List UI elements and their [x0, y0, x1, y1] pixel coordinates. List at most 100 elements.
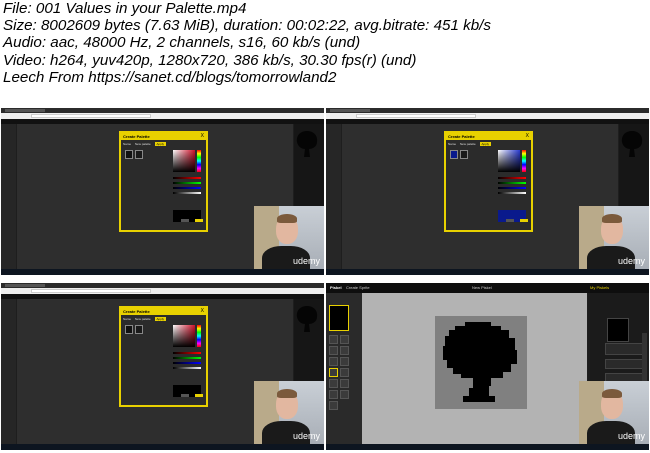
settings-sidebar[interactable] [642, 333, 647, 383]
dialog-title: Create Palette [121, 133, 206, 140]
sprite-frame[interactable] [435, 316, 527, 409]
udemy-watermark: udemy [617, 431, 645, 441]
tool-rail [1, 299, 16, 444]
create-palette-dialog[interactable]: Create Palette X Name New palette Apply [444, 131, 533, 232]
tab-name[interactable]: Name [448, 142, 456, 146]
webcam-overlay: udemy [254, 206, 324, 269]
tab-new-palette[interactable]: New palette [135, 142, 151, 146]
move-tool-icon[interactable] [329, 401, 338, 410]
preview-window [607, 318, 629, 342]
taskbar [326, 269, 649, 275]
video-thumbnail-4[interactable]: Piskel Create Sprite New Piskel My Piske… [326, 283, 649, 450]
color-spectrum[interactable] [173, 150, 195, 172]
mirror-tool-icon[interactable] [329, 346, 338, 355]
file-info-header: File: 001 Values in your Palette.mp4 Siz… [3, 0, 647, 86]
piskel-top-bar: Piskel Create Sprite New Piskel My Piske… [326, 283, 649, 293]
close-icon[interactable]: X [201, 133, 204, 140]
app-title: Piskel [330, 285, 342, 290]
color-swatch[interactable] [450, 150, 458, 159]
close-icon[interactable]: X [526, 133, 529, 140]
ok-button[interactable] [195, 394, 203, 397]
source-line: Leech From https://sanet.cd/blogs/tomorr… [3, 68, 337, 86]
my-piskels-link[interactable]: My Piskels [590, 285, 609, 290]
drawing-canvas[interactable] [362, 293, 587, 444]
url-field[interactable] [31, 114, 151, 118]
close-icon[interactable]: X [201, 308, 204, 315]
apply-tab[interactable]: Apply [154, 317, 167, 321]
color-swatch[interactable] [125, 150, 133, 159]
file-size-line: Size: 8002609 bytes (7.63 MiB), duration… [3, 17, 491, 35]
color-swatch[interactable] [125, 325, 133, 334]
browser-tab[interactable] [5, 109, 45, 112]
video-thumbnail-1[interactable]: Create Palette X Name New palette Apply … [1, 108, 324, 275]
webcam-overlay: udemy [579, 381, 649, 444]
create-palette-dialog[interactable]: Create Palette X Name New palette Apply [119, 131, 208, 232]
webcam-overlay: udemy [254, 381, 324, 444]
ok-button[interactable] [520, 219, 528, 222]
hue-slider[interactable] [522, 150, 526, 172]
pen-tool-icon[interactable] [329, 335, 338, 344]
dialog-buttons [179, 384, 203, 402]
lighten-tool-icon[interactable] [340, 368, 349, 377]
apply-tab[interactable]: Apply [479, 142, 492, 146]
cancel-button[interactable] [180, 394, 189, 397]
video-thumbnail-2[interactable]: Create Palette X Name New palette Apply … [326, 108, 649, 275]
tool-panel [326, 293, 362, 444]
udemy-watermark: udemy [617, 256, 645, 266]
browser-tab[interactable] [330, 109, 370, 112]
video-thumbnail-3[interactable]: Create Palette X Name New palette Apply … [1, 283, 324, 450]
color-sliders[interactable] [173, 352, 201, 372]
udemy-watermark: udemy [292, 256, 320, 266]
color-swatch[interactable] [460, 150, 468, 159]
url-field[interactable] [356, 114, 476, 118]
dialog-tabs: Name New palette Apply [448, 142, 494, 146]
frame-thumbnail[interactable] [329, 305, 349, 331]
taskbar [326, 444, 649, 450]
color-sliders[interactable] [173, 177, 201, 197]
cancel-button[interactable] [180, 219, 189, 222]
tree-preview-icon [296, 131, 318, 157]
webcam-overlay: udemy [579, 206, 649, 269]
dialog-buttons [179, 209, 203, 227]
color-swatch[interactable] [135, 150, 143, 159]
palettes-panel[interactable] [605, 359, 645, 369]
browser-tab[interactable] [5, 284, 45, 287]
tool-rail [326, 124, 341, 269]
file-name-line: File: 001 Values in your Palette.mp4 [3, 0, 247, 17]
eraser-tool-icon[interactable] [329, 368, 338, 377]
create-palette-dialog[interactable]: Create Palette X Name New palette Apply [119, 306, 208, 407]
rectangle-tool-icon[interactable] [329, 379, 338, 388]
url-field[interactable] [31, 289, 151, 293]
ok-button[interactable] [195, 219, 203, 222]
apply-tab[interactable]: Apply [154, 142, 167, 146]
taskbar [1, 269, 324, 275]
tab-new-palette[interactable]: New palette [135, 317, 151, 321]
hue-slider[interactable] [197, 325, 201, 347]
hue-slider[interactable] [197, 150, 201, 172]
create-sprite-link[interactable]: Create Sprite [346, 285, 370, 290]
dialog-tabs: Name New palette Apply [123, 142, 169, 146]
tree-preview-icon [296, 306, 318, 332]
circle-tool-icon[interactable] [329, 390, 338, 399]
lasso-tool-icon[interactable] [340, 357, 349, 366]
layers-panel[interactable] [605, 343, 645, 355]
pixel-tree-icon [443, 322, 517, 402]
select-tool-icon[interactable] [340, 346, 349, 355]
dialog-title: Create Palette [446, 133, 531, 140]
audio-info-line: Audio: aac, 48000 Hz, 2 channels, s16, 6… [3, 34, 361, 52]
bucket-tool-icon[interactable] [329, 357, 338, 366]
color-spectrum[interactable] [173, 325, 195, 347]
dither-tool-icon[interactable] [340, 379, 349, 388]
eyedropper-tool-icon[interactable] [340, 390, 349, 399]
cancel-button[interactable] [505, 219, 514, 222]
tab-new-palette[interactable]: New palette [460, 142, 476, 146]
tab-name[interactable]: Name [123, 317, 131, 321]
color-swatch[interactable] [135, 325, 143, 334]
color-spectrum[interactable] [498, 150, 520, 172]
tab-name[interactable]: Name [123, 142, 131, 146]
color-sliders[interactable] [498, 177, 526, 197]
dialog-buttons [504, 209, 528, 227]
tree-preview-icon [621, 131, 643, 157]
stroke-tool-icon[interactable] [340, 335, 349, 344]
tool-rail [1, 124, 16, 269]
